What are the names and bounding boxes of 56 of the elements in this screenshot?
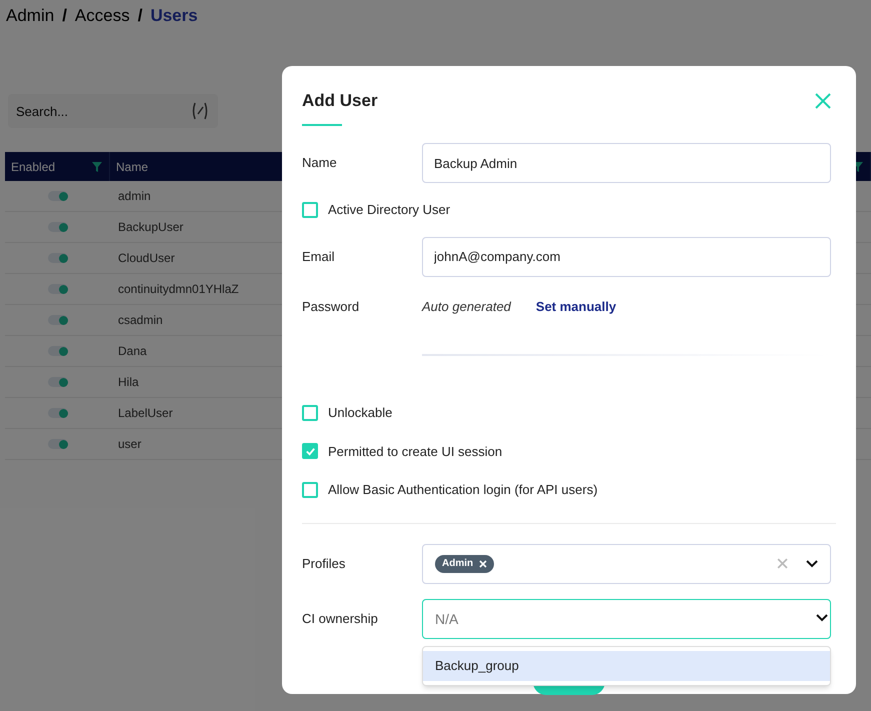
checkbox[interactable] xyxy=(302,202,318,218)
checkbox-label: Permitted to create UI session xyxy=(328,442,502,460)
checkbox[interactable] xyxy=(302,482,318,498)
breadcrumb-separator: / xyxy=(138,5,142,28)
checkbox[interactable] xyxy=(302,404,318,421)
set-manually-link[interactable]: Set manually xyxy=(536,296,616,316)
breadcrumb-separator: / xyxy=(62,5,67,28)
select-field[interactable]: Admin xyxy=(422,544,831,584)
field-label: Password xyxy=(302,298,360,316)
table-cell: Hila xyxy=(118,375,139,389)
breadcrumb-link[interactable]: Users xyxy=(150,3,198,29)
checkbox-label: Allow Basic Authentication login (for API users) xyxy=(328,481,598,499)
breadcrumb-link[interactable]: Access xyxy=(74,3,130,29)
text-field[interactable]: Backup Admin xyxy=(422,143,831,183)
select-field[interactable]: N/A xyxy=(422,598,831,638)
remove-icon[interactable] xyxy=(479,560,488,568)
column-header[interactable]: Enabled xyxy=(11,158,56,176)
text-field[interactable]: johnA@company.com xyxy=(422,236,831,276)
search-field[interactable]: Search... xyxy=(8,94,218,128)
table-cell: LabelUser xyxy=(118,406,173,420)
toggle-switch[interactable] xyxy=(48,377,68,387)
field-label: Email xyxy=(302,248,336,266)
field-label: Profiles xyxy=(302,554,346,573)
checkbox-label: Active Directory User xyxy=(328,201,450,219)
dropdown-option[interactable]: Backup_group xyxy=(423,650,830,680)
breadcrumb-link[interactable]: Admin xyxy=(6,3,54,29)
column-header[interactable]: Name xyxy=(116,158,148,176)
password-hint: Auto generated xyxy=(422,298,511,316)
checkbox[interactable] xyxy=(302,443,318,460)
table-cell: BackupUser xyxy=(118,220,184,234)
field-label: CI ownership xyxy=(302,610,379,628)
table-cell: continuitydmn01YHlaZ xyxy=(118,282,239,296)
table-cell: csadmin xyxy=(118,313,163,327)
chevron-down-icon[interactable] xyxy=(816,614,828,622)
dialog-title: Add User xyxy=(302,90,378,112)
toggle-switch[interactable] xyxy=(48,284,68,294)
profile-tag: Admin xyxy=(435,554,494,572)
close-icon[interactable] xyxy=(814,92,832,110)
field-label: Name xyxy=(302,154,338,172)
toggle-switch[interactable] xyxy=(48,191,68,201)
clear-icon[interactable] xyxy=(777,558,788,569)
toggle-switch[interactable] xyxy=(48,315,68,325)
toggle-switch[interactable] xyxy=(48,346,68,356)
checkbox-label: Unlockable xyxy=(328,404,392,422)
toggle-switch[interactable] xyxy=(48,439,68,449)
table-cell: Dana xyxy=(118,344,147,358)
chevron-down-icon[interactable] xyxy=(806,560,818,568)
table-cell: admin xyxy=(118,189,151,203)
toggle-switch[interactable] xyxy=(48,408,68,418)
table-cell: user xyxy=(118,437,142,451)
title-underline xyxy=(302,124,342,126)
search-clear-icon xyxy=(190,101,210,121)
toggle-switch[interactable] xyxy=(48,253,68,263)
checkmark-icon xyxy=(304,446,316,457)
table-cell: CloudUser xyxy=(118,251,175,265)
toggle-switch[interactable] xyxy=(48,222,68,232)
